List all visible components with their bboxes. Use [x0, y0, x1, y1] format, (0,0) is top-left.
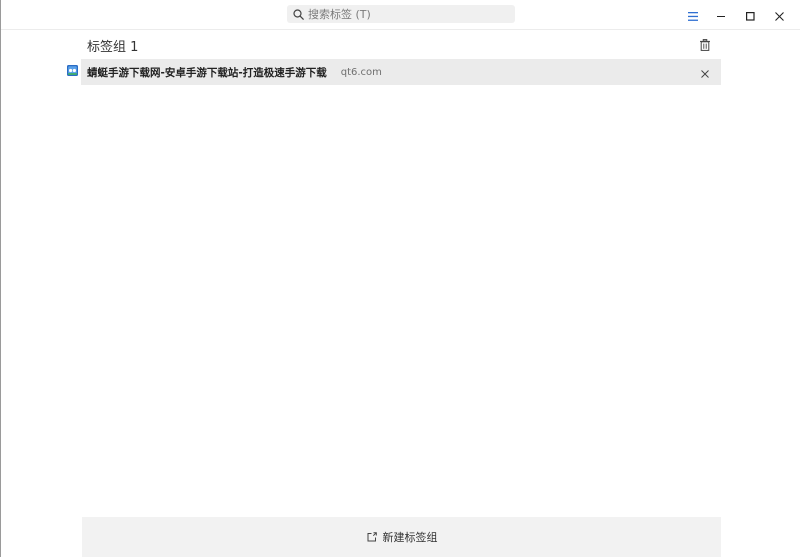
menu-icon: [687, 6, 698, 25]
menu-button[interactable]: [678, 4, 707, 26]
search-box[interactable]: [287, 5, 515, 23]
tab-manager-window: 标签组 1 蜻蜓手游下载网-安卓手游下载站-打造极速手游下载 qt6.c: [0, 0, 800, 557]
maximize-icon: [746, 6, 755, 25]
close-icon: [701, 63, 709, 82]
close-tab-button[interactable]: [697, 64, 713, 80]
close-window-button[interactable]: [765, 4, 794, 26]
title-bar: [1, 0, 800, 30]
search-icon: [289, 5, 307, 23]
close-icon: [775, 6, 784, 25]
tab-group-header: 标签组 1: [81, 34, 721, 56]
trash-icon: [700, 36, 710, 55]
new-group-icon: [366, 531, 378, 543]
maximize-button[interactable]: [736, 4, 765, 26]
minimize-icon: [717, 6, 726, 25]
window-controls: [678, 4, 794, 26]
search-input[interactable]: [307, 5, 507, 23]
new-tab-group-button[interactable]: 新建标签组: [82, 517, 721, 557]
delete-group-button[interactable]: [696, 36, 714, 54]
site-favicon-icon: [67, 65, 78, 76]
new-group-label: 新建标签组: [382, 531, 438, 544]
tab-item[interactable]: 蜻蜓手游下载网-安卓手游下载站-打造极速手游下载 qt6.com: [81, 59, 721, 85]
group-title[interactable]: 标签组 1: [81, 36, 138, 55]
tab-domain: qt6.com: [340, 66, 382, 78]
minimize-button[interactable]: [707, 4, 736, 26]
tab-title: 蜻蜓手游下载网-安卓手游下载站-打造极速手游下载: [87, 66, 327, 79]
